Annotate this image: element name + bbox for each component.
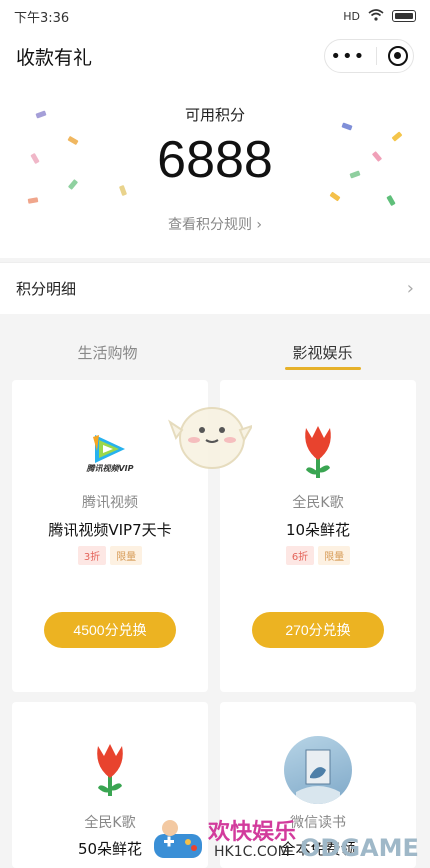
points-value: 6888 [157, 131, 273, 189]
product-name: 10朵鲜花 [285, 521, 351, 539]
limited-tag: 限量 [110, 546, 143, 565]
nav-bar: 收款有礼 ••• [0, 32, 430, 80]
signal-icon: HD [343, 9, 360, 23]
product-tags: 6折 限量 [220, 546, 416, 565]
discount-tag: 6折 [285, 546, 315, 565]
capsule-divider [375, 47, 377, 65]
tulip-icon [76, 736, 144, 804]
product-tags: 3折 限量 [12, 546, 208, 565]
page-title: 收款有礼 [16, 46, 93, 69]
redeem-button[interactable]: 270分兑换 [252, 612, 384, 648]
category-tabs: 生活购物 影视娱乐 [0, 320, 430, 376]
product-brand: 全民K歌 [84, 815, 136, 831]
discount-tag: 3折 [77, 546, 107, 565]
book-icon [284, 736, 352, 804]
points-detail-label: 积分明细 [16, 280, 77, 298]
mascot-illustration [167, 392, 255, 476]
status-icons: HD [343, 8, 416, 24]
points-label: 可用积分 [184, 106, 245, 124]
product-brand: 全民K歌 [292, 495, 344, 511]
points-rules-link[interactable]: 查看积分规则 › [0, 214, 430, 234]
battery-icon [392, 10, 416, 22]
points-detail-row[interactable]: 积分明细 › [0, 262, 430, 314]
points-hero: 可用积分 6888 查看积分规则 › [0, 80, 430, 258]
product-name: 全本免费领 [280, 840, 356, 858]
chevron-right-icon: › [406, 278, 414, 299]
status-time: 下午3:36 [14, 10, 70, 26]
product-name: 50朵鲜花 [77, 840, 143, 858]
wifi-icon [368, 8, 384, 24]
limited-tag: 限量 [318, 546, 351, 565]
tencent-video-logo-text: 腾讯视频VIP [86, 463, 134, 473]
mini-program-capsule: ••• [324, 39, 414, 73]
product-brand: 微信读书 [290, 815, 346, 831]
tencent-video-icon: 腾讯视频VIP [76, 418, 144, 486]
confetti-decoration [27, 197, 39, 204]
confetti-decoration [386, 194, 396, 207]
product-name: 腾讯视频VIP7天卡 [48, 521, 172, 539]
confetti-decoration [329, 191, 341, 202]
tab-life-shopping[interactable]: 生活购物 [0, 320, 215, 376]
status-bar: 下午3:36 HD [0, 0, 430, 32]
more-icon[interactable]: ••• [330, 46, 365, 67]
redeem-button[interactable]: 4500分兑换 [44, 612, 176, 648]
tulip-icon [284, 418, 352, 486]
product-card[interactable]: 全民K歌 50朵鲜花 [12, 702, 208, 868]
product-card[interactable]: 微信读书 全本免费领 [220, 702, 416, 868]
tab-film-entertainment[interactable]: 影视娱乐 [215, 320, 430, 376]
product-brand: 腾讯视频 [82, 495, 138, 511]
target-icon[interactable] [387, 46, 408, 66]
